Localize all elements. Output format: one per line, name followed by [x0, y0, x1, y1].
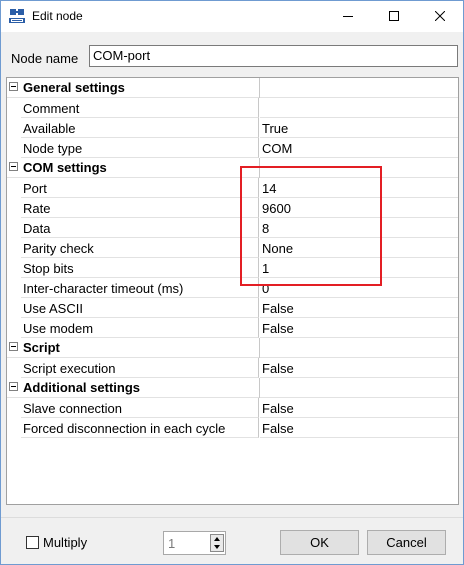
minimize-button[interactable] — [325, 1, 371, 32]
property-value[interactable]: 14 — [260, 178, 458, 198]
category-name: General settings — [23, 80, 125, 95]
close-button[interactable] — [417, 1, 463, 32]
property-row[interactable]: Rate 9600 — [7, 198, 458, 218]
property-value[interactable]: 0 — [260, 278, 458, 298]
column-divider — [259, 158, 260, 178]
property-value[interactable]: 1 — [260, 258, 458, 278]
property-name: Rate — [21, 198, 259, 218]
property-value[interactable]: False — [260, 398, 458, 418]
cancel-button[interactable]: Cancel — [367, 530, 446, 555]
property-value[interactable]: 8 — [260, 218, 458, 238]
node-name-label: Node name — [11, 51, 79, 66]
node-name-input[interactable]: COM-port — [89, 45, 458, 67]
maximize-icon — [389, 9, 399, 24]
category-name: Additional settings — [23, 380, 140, 395]
collapse-icon[interactable] — [9, 342, 18, 351]
property-name: Available — [21, 118, 259, 138]
footer-separator — [1, 517, 463, 518]
maximize-button[interactable] — [371, 1, 417, 32]
property-name: Port — [21, 178, 259, 198]
property-name: Slave connection — [21, 398, 259, 418]
minimize-icon — [343, 9, 353, 24]
multiply-checkbox[interactable] — [26, 536, 39, 549]
property-row[interactable]: Data 8 — [7, 218, 458, 238]
property-row[interactable]: Use ASCII False — [7, 298, 458, 318]
property-name: Comment — [21, 98, 259, 118]
collapse-icon[interactable] — [9, 82, 18, 91]
property-row[interactable]: Comment — [7, 98, 458, 118]
edit-node-window: Edit node Node name COM-port General set… — [0, 0, 464, 565]
property-value[interactable]: None — [260, 238, 458, 258]
property-name: Forced disconnection in each cycle — [21, 418, 259, 438]
property-row[interactable]: Slave connection False — [7, 398, 458, 418]
column-divider — [259, 378, 260, 398]
property-row[interactable]: Parity check None — [7, 238, 458, 258]
property-grid: General settings Comment Available True Node… — [6, 77, 459, 505]
column-divider — [259, 338, 260, 358]
title-bar[interactable]: Edit node — [1, 1, 463, 32]
property-row[interactable]: Available True — [7, 118, 458, 138]
property-value[interactable]: True — [260, 118, 458, 138]
property-row[interactable]: Inter-character timeout (ms) 0 — [7, 278, 458, 298]
property-row[interactable]: Port 14 — [7, 178, 458, 198]
property-row[interactable]: Forced disconnection in each cycle False — [7, 418, 458, 438]
multiply-label: Multiply — [43, 535, 88, 550]
property-row[interactable]: Use modem False — [7, 318, 458, 338]
close-icon — [434, 9, 446, 24]
property-value[interactable]: False — [260, 358, 458, 378]
property-value[interactable]: COM — [260, 138, 458, 158]
window-title: Edit node — [32, 9, 83, 23]
property-value[interactable]: False — [260, 418, 458, 438]
property-name: Script execution — [21, 358, 259, 378]
property-name: Use modem — [21, 318, 259, 338]
property-value[interactable]: False — [260, 298, 458, 318]
category-row[interactable]: Additional settings — [7, 378, 458, 398]
property-row[interactable]: Stop bits 1 — [7, 258, 458, 278]
ok-button[interactable]: OK — [280, 530, 359, 555]
property-name: Parity check — [21, 238, 259, 258]
collapse-icon[interactable] — [9, 382, 18, 391]
property-value[interactable]: False — [260, 318, 458, 338]
count-value: 1 — [168, 536, 176, 551]
property-value[interactable]: 9600 — [260, 198, 458, 218]
category-name: COM settings — [23, 160, 107, 175]
category-row[interactable]: Script — [7, 338, 458, 358]
opc-server-icon — [9, 8, 25, 24]
property-value[interactable] — [260, 98, 458, 118]
category-row[interactable]: General settings — [7, 78, 458, 98]
count-spinner[interactable]: 1 — [163, 531, 226, 555]
property-name: Data — [21, 218, 259, 238]
spin-down-icon[interactable] — [214, 545, 220, 549]
property-name: Stop bits — [21, 258, 259, 278]
property-row[interactable]: Node type COM — [7, 138, 458, 158]
collapse-icon[interactable] — [9, 162, 18, 171]
property-name: Inter-character timeout (ms) — [21, 278, 259, 298]
spin-up-icon[interactable] — [214, 537, 220, 541]
spinner-arrows[interactable] — [210, 534, 224, 552]
category-name: Script — [23, 340, 60, 355]
property-row[interactable]: Script execution False — [7, 358, 458, 378]
property-name: Use ASCII — [21, 298, 259, 318]
column-divider — [259, 78, 260, 98]
property-name: Node type — [21, 138, 259, 158]
category-row[interactable]: COM settings — [7, 158, 458, 178]
